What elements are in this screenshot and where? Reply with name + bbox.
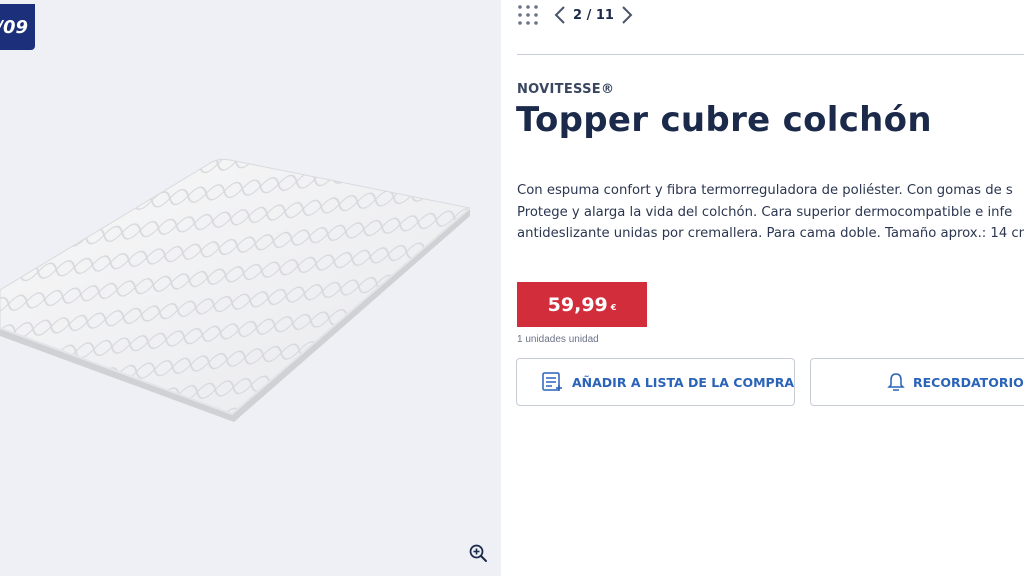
product-brand: NOVITESSE® [517,82,615,97]
product-description: Con espuma confort y fibra termorregulad… [517,183,1024,241]
add-to-shopping-list-label: AÑADIR A LISTA DE LA COMPRA [572,374,794,390]
reminder-label: RECORDATORIO [913,374,1024,390]
pager: 2 / 11 [553,5,634,25]
unit-text: 1 unidades unidad [517,334,599,345]
mattress-topper-image [0,158,472,422]
zoom-in-icon[interactable] [468,543,488,563]
product-image-panel: 1/09 [0,0,501,576]
chevron-right-icon[interactable] [620,5,634,25]
divider [517,54,1024,55]
reminder-button[interactable]: RECORDATORIO [810,358,1024,406]
product-navigation: 2 / 11 [517,2,634,28]
pager-text: 2 / 11 [573,7,614,23]
price-value: 59,99 [547,293,608,316]
price-box: 59,99 € [517,282,647,327]
product-info-panel: 2 / 11 NOVITESSE® Topper cubre colchón C… [501,0,1024,576]
shopping-list-icon [542,372,562,391]
grid-dots-icon[interactable] [517,4,539,26]
add-to-shopping-list-button[interactable]: AÑADIR A LISTA DE LA COMPRA [516,358,795,406]
price-currency: € [610,303,617,312]
bell-icon [887,373,905,391]
product-title: Topper cubre colchón [516,100,932,140]
date-badge: 1/09 [0,4,35,50]
chevron-left-icon[interactable] [553,5,567,25]
